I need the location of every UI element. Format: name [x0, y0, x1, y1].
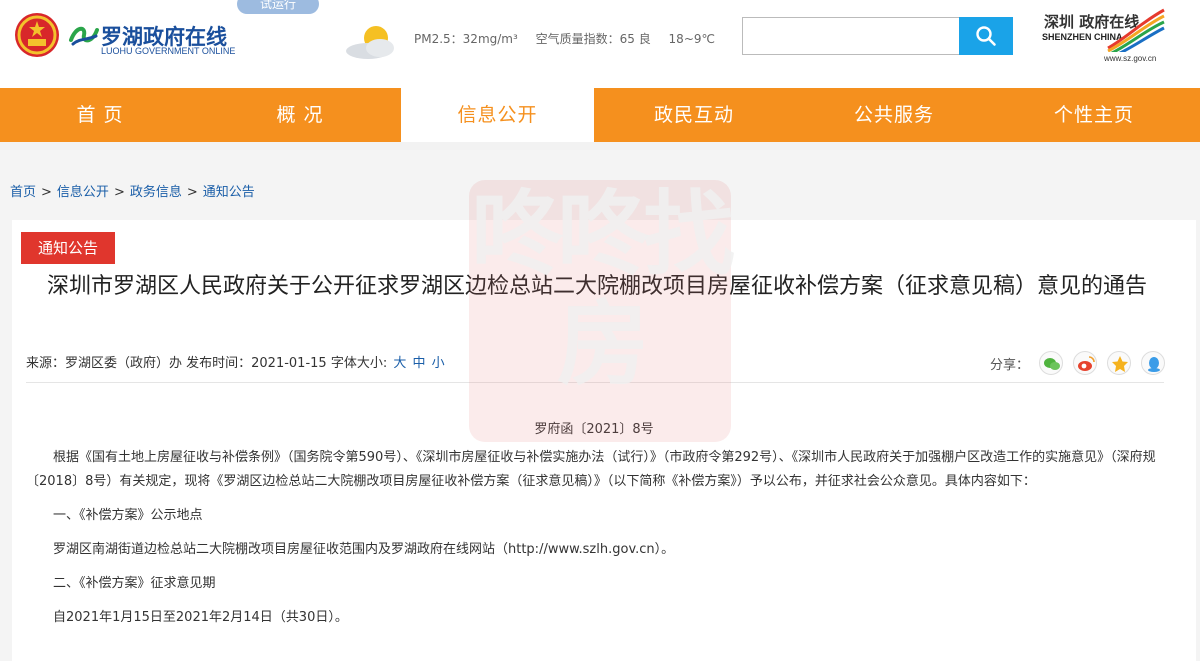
search-icon — [976, 26, 996, 46]
wechat-share-icon[interactable] — [1039, 351, 1064, 375]
content-paragraph: 自2021年1月15日至2021年2月14日（共30日）。 — [53, 610, 348, 625]
breadcrumb-sep: > — [41, 185, 52, 200]
national-emblem-icon — [15, 13, 59, 57]
content-paragraph: 根据《国有土地上房屋征收与补偿条例》（国务院令第590号）、《深圳市房屋征收与补… — [26, 450, 1156, 489]
breadcrumb-home[interactable]: 首页 — [10, 185, 36, 200]
category-tag: 通知公告 — [21, 232, 115, 264]
watermark-overlay: 咚咚找房 — [469, 180, 735, 442]
watermark-text: 咚咚找房 — [470, 181, 735, 398]
content-heading-2: 二、《补偿方案》征求意见期 — [53, 576, 216, 591]
sz-ribbon-icon — [1107, 8, 1165, 52]
weather-sun-cloud-icon — [346, 26, 394, 59]
nav-item-info-disclosure[interactable]: 信息公开 — [401, 88, 594, 142]
content-paragraph: 罗湖区南湖街道边检总站二大院棚改项目房屋征收范围内及罗湖政府在线网站（http:… — [53, 542, 675, 557]
font-size-large[interactable]: 大 — [393, 356, 406, 371]
nav-item-home[interactable]: 首 页 — [0, 88, 200, 142]
article-content: 根据《国有土地上房屋征收与补偿条例》（国务院令第590号）、《深圳市房屋征收与补… — [26, 446, 1166, 630]
content-heading-1: 一、《补偿方案》公示地点 — [53, 508, 203, 523]
luohu-logo-icon — [69, 26, 99, 46]
breadcrumb-sep: > — [113, 185, 125, 200]
search-input[interactable] — [742, 17, 960, 55]
nav-spacer — [0, 142, 1200, 150]
breadcrumb-gov-info[interactable]: 政务信息 — [130, 185, 182, 200]
breadcrumb-info-disclosure[interactable]: 信息公开 — [57, 185, 109, 200]
pm25-value: PM2.5：32mg/m³ — [414, 32, 518, 46]
nav-item-overview[interactable]: 概 况 — [200, 88, 400, 142]
qq-share-icon[interactable] — [1141, 351, 1166, 375]
qzone-share-icon[interactable] — [1107, 351, 1132, 375]
nav-item-personal-home[interactable]: 个性主页 — [994, 88, 1194, 142]
font-size-medium[interactable]: 中 — [413, 356, 426, 371]
breadcrumb: 首页 > 信息公开 > 政务信息 > 通知公告 — [10, 181, 255, 200]
sz-logo-url: www.sz.gov.cn — [1104, 54, 1157, 63]
site-logo-subtitle: LUOHU GOVERNMENT ONLINE — [101, 46, 236, 56]
meta-source-date: 来源：罗湖区委（政府）办 发布时间：2021-01-15 字体大小: — [26, 356, 388, 371]
weibo-share-icon[interactable] — [1073, 351, 1098, 375]
share-label: 分享： — [990, 357, 1030, 373]
nav-item-public-service[interactable]: 公共服务 — [794, 88, 994, 142]
weather-info: PM2.5：32mg/m³ 空气质量指数：65 良 18~9℃ — [414, 30, 729, 47]
search-button[interactable] — [959, 17, 1013, 55]
share-bar: 分享： — [990, 351, 1166, 375]
nav-item-interaction[interactable]: 政民互动 — [594, 88, 794, 142]
site-header: 罗湖政府在线 LUOHU GOVERNMENT ONLINE 试运行 PM2.5… — [0, 0, 1200, 88]
font-size-small[interactable]: 小 — [432, 356, 445, 371]
breadcrumb-sep: > — [186, 185, 198, 200]
shenzhen-gov-logo[interactable]: 深圳 政府在线 SHENZHEN CHINA www.sz.gov.cn — [1040, 8, 1168, 66]
temperature-value: 18~9℃ — [668, 32, 715, 46]
aqi-value: 空气质量指数：65 良 — [535, 32, 651, 46]
breadcrumb-notices[interactable]: 通知公告 — [203, 185, 255, 200]
main-nav: 首 页 概 况 信息公开 政民互动 公共服务 个性主页 — [0, 88, 1200, 142]
trial-badge: 试运行 — [237, 0, 319, 14]
article-meta: 来源：罗湖区委（政府）办 发布时间：2021-01-15 字体大小: 大 中 小 — [26, 352, 445, 371]
